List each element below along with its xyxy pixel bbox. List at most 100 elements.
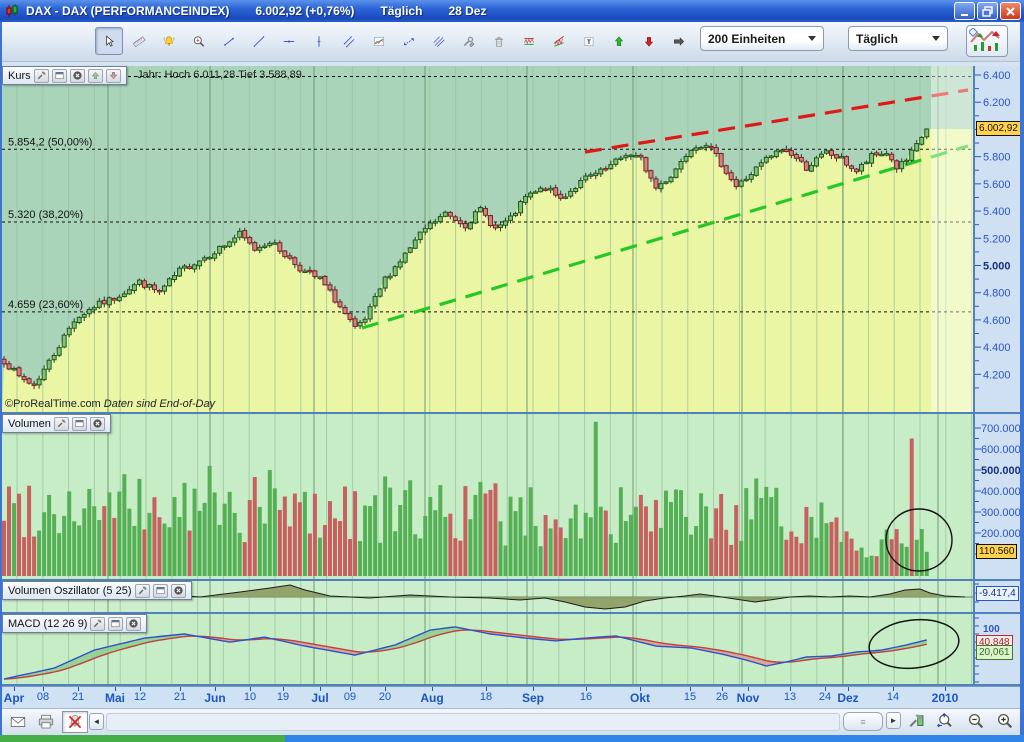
chevron-down-icon — [808, 36, 816, 41]
tool-parallel-icon[interactable] — [425, 27, 453, 55]
time-axis-label: Aug — [420, 691, 443, 705]
kurs-move-down-icon[interactable] — [106, 69, 121, 83]
volume-axis-label: 400.000 — [981, 486, 1020, 498]
zoom-fit-icon[interactable] — [932, 710, 958, 732]
tool-line-icon[interactable] — [245, 27, 273, 55]
panel-separator — [0, 684, 1020, 686]
volume-chart[interactable] — [2, 414, 973, 580]
time-axis-label: 20 — [379, 691, 391, 703]
scroll-left-button[interactable]: ◄ — [89, 713, 104, 730]
tool-trash-icon[interactable] — [485, 27, 513, 55]
macd-window-icon[interactable] — [108, 617, 123, 631]
mail-icon[interactable] — [6, 712, 30, 732]
volumen-close-icon[interactable] — [90, 417, 105, 431]
minimize-button[interactable] — [954, 2, 975, 20]
tool-pointer-icon[interactable] — [95, 27, 123, 55]
zoom-out-icon[interactable] — [963, 710, 989, 732]
tool-pattern-diverge-icon[interactable] — [545, 27, 573, 55]
scroll-right-button[interactable]: ► — [886, 712, 901, 729]
oszillator-settings-wrench-icon[interactable] — [135, 584, 150, 598]
macd-value-box: 20,061 — [976, 645, 1013, 660]
tool-arrow-down-icon[interactable] — [635, 27, 663, 55]
chevron-down-icon — [932, 36, 940, 41]
time-axis-label: 09 — [344, 691, 356, 703]
scrollbar-thumb[interactable]: ≡ — [843, 712, 883, 731]
volumen-settings-wrench-icon[interactable] — [54, 417, 69, 431]
price-axis-label: 4.600 — [983, 315, 1011, 327]
restore-button[interactable] — [977, 2, 998, 20]
price-chart[interactable]: 5.854,2 (50,00%)5.320 (38,20%)4.659 (23,… — [2, 66, 973, 413]
tool-ruler-icon[interactable] — [125, 27, 153, 55]
oszillator-panel-title: Volumen Oszillator (5 25) — [8, 585, 132, 597]
chart-config-icon[interactable] — [905, 710, 929, 732]
units-dropdown[interactable]: 200 Einheiten — [700, 26, 824, 51]
price-axis-label: 5.000 — [983, 260, 1011, 272]
kurs-panel-header: Kurs — [2, 66, 127, 85]
tool-vline-icon[interactable] — [305, 27, 333, 55]
macd-close-icon[interactable] — [126, 617, 141, 631]
oscillator-value-box: -9.417,4 — [976, 586, 1019, 601]
close-button[interactable] — [1000, 2, 1021, 20]
time-axis: Apr0821Mai1221Jun1019Jul0920Aug18Sep16Ok… — [0, 686, 1020, 708]
tool-arrow-up-icon[interactable] — [605, 27, 633, 55]
volume-axis-label: 200.000 — [981, 528, 1020, 540]
tool-alarm-icon[interactable] — [155, 27, 183, 55]
price-axis-label: 4.400 — [983, 342, 1011, 354]
time-axis-label: 12 — [134, 691, 146, 703]
kurs-close-icon[interactable] — [70, 69, 85, 83]
tool-dotted-arrows-icon[interactable] — [395, 27, 423, 55]
tool-regression-icon[interactable] — [365, 27, 393, 55]
macd-chart[interactable] — [2, 614, 973, 685]
volume-axis-label: 300.000 — [981, 507, 1020, 519]
kurs-panel-title: Kurs — [8, 70, 31, 82]
zoom-in-icon[interactable] — [992, 710, 1018, 732]
last-volume-box: 110.560 — [976, 544, 1017, 559]
time-axis-label: 16 — [580, 691, 592, 703]
tool-tools-icon[interactable] — [455, 27, 483, 55]
print-icon[interactable] — [34, 712, 58, 732]
kurs-window-icon[interactable] — [52, 69, 67, 83]
macd-settings-wrench-icon[interactable] — [90, 617, 105, 631]
time-axis-label: Apr — [4, 691, 25, 705]
price-axis-column: 6.4006.2005.8005.6005.4005.2005.0004.800… — [975, 66, 1020, 686]
kurs-move-up-icon[interactable] — [88, 69, 103, 83]
chart-style-button[interactable] — [966, 25, 1008, 57]
panel-separator — [0, 612, 1020, 614]
svg-text:4.659 (23,60%): 4.659 (23,60%) — [8, 299, 83, 311]
tool-group: T — [95, 27, 693, 55]
tool-hline-icon[interactable] — [275, 27, 303, 55]
panel-separator — [0, 412, 1020, 414]
time-axis-label: Sep — [522, 691, 544, 705]
oszillator-close-icon[interactable] — [171, 584, 186, 598]
scrollbar-trough[interactable] — [106, 713, 840, 731]
status-strip-green — [0, 735, 285, 742]
oszillator-window-icon[interactable] — [153, 584, 168, 598]
tool-text-icon[interactable]: T — [575, 27, 603, 55]
tool-channel-icon[interactable] — [335, 27, 363, 55]
tool-segment-icon[interactable] — [215, 27, 243, 55]
last-price-box: 6.002,92 — [976, 121, 1021, 136]
period-dropdown[interactable]: Täglich — [848, 26, 948, 51]
window-period: Täglich — [380, 4, 422, 18]
tool-zoom-icon[interactable] — [185, 27, 213, 55]
price-axis-label: 4.800 — [983, 288, 1011, 300]
macd-panel-header: MACD (12 26 9) — [2, 614, 147, 633]
alarm-off-icon[interactable] — [62, 711, 88, 733]
candlestick-app-icon — [4, 3, 20, 19]
titlebar: DAX - DAX (PERFORMANCEINDEX) 6.002,92 (+… — [0, 0, 1024, 22]
drawing-toolbar: T 200 Einheiten Täglich — [0, 22, 1024, 62]
tool-arrow-right-icon[interactable] — [665, 27, 693, 55]
kurs-settings-wrench-icon[interactable] — [34, 69, 49, 83]
volume-axis-label: 700.000 — [981, 423, 1020, 435]
window-title: DAX - DAX (PERFORMANCEINDEX) — [26, 4, 229, 18]
time-axis-label: 19 — [277, 691, 289, 703]
time-axis-label: Jul — [311, 691, 328, 705]
svg-text:T: T — [587, 38, 591, 45]
time-axis-label: 10 — [244, 691, 256, 703]
volume-axis-label: 600.000 — [981, 444, 1020, 456]
volumen-window-icon[interactable] — [72, 417, 87, 431]
tool-pattern-flat-icon[interactable] — [515, 27, 543, 55]
price-axis-label: 5.200 — [983, 233, 1011, 245]
oszillator-panel-header: Volumen Oszillator (5 25) — [2, 581, 192, 600]
time-axis-label: 24 — [819, 691, 831, 703]
